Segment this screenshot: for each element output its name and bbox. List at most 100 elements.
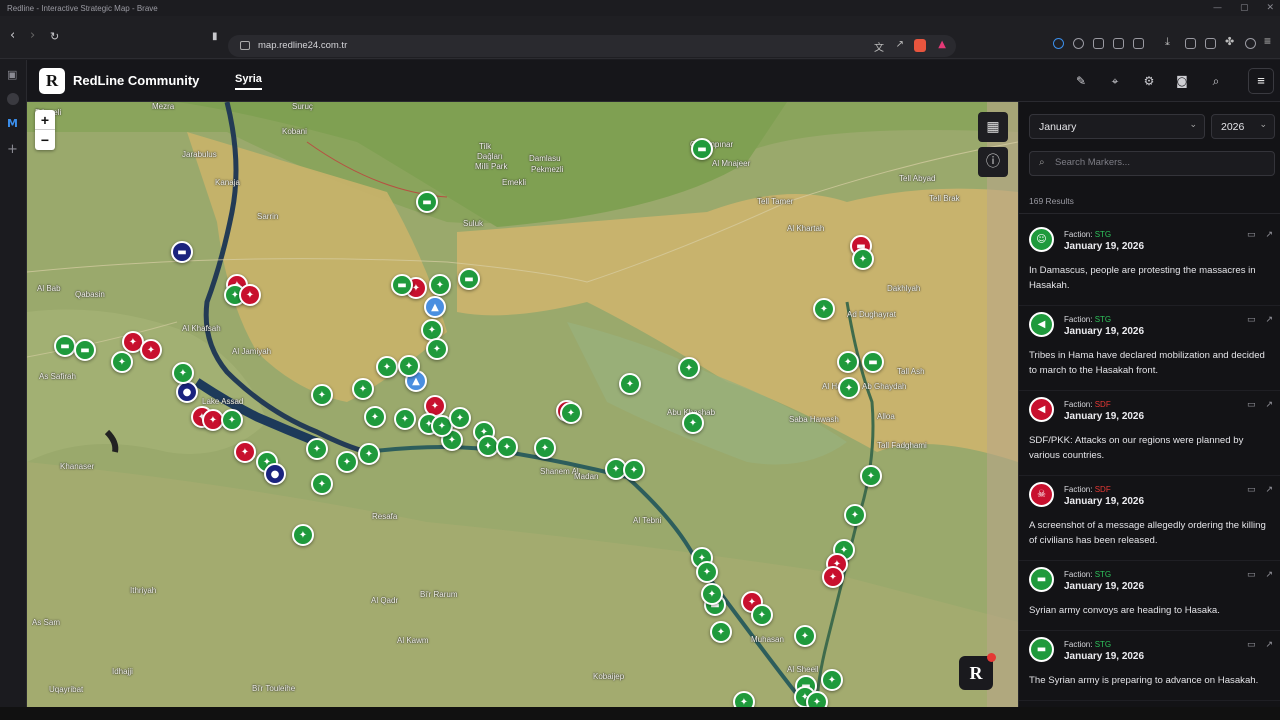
sidebar-panel-icon[interactable]: ▣ bbox=[7, 68, 20, 81]
extension-icon[interactable] bbox=[1133, 38, 1144, 49]
map-marker[interactable]: ✦ bbox=[111, 351, 133, 373]
profile-icon[interactable] bbox=[1245, 38, 1256, 49]
external-link-icon[interactable]: ↗ bbox=[1265, 315, 1273, 325]
marker-list-item[interactable]: ☺ Faction: STG January 19, 2026 ▭ ↗ In Damasc… bbox=[1019, 221, 1280, 306]
map-marker[interactable]: ● bbox=[264, 463, 286, 485]
map-marker[interactable]: ✦ bbox=[560, 402, 582, 424]
video-icon[interactable]: ▭ bbox=[1247, 570, 1256, 580]
extension-icon[interactable] bbox=[1093, 38, 1104, 49]
menu-icon[interactable]: ≡ bbox=[1264, 34, 1275, 48]
map-marker[interactable]: ✦ bbox=[806, 691, 828, 707]
map-marker[interactable]: ✦ bbox=[364, 406, 386, 428]
marker-list-item[interactable]: ◀ Faction: STG January 19, 2026 ▭ ↗ Tribes in… bbox=[1019, 306, 1280, 391]
hamburger-icon[interactable]: ≡ bbox=[1248, 68, 1274, 94]
external-link-icon[interactable]: ↗ bbox=[1265, 400, 1273, 410]
map-marker[interactable]: ✦ bbox=[221, 409, 243, 431]
map-marker[interactable]: ▬ bbox=[391, 274, 413, 296]
vpn-icon[interactable]: ✤ bbox=[1225, 35, 1236, 48]
pin-icon[interactable]: ⌖ bbox=[1106, 72, 1124, 90]
map-marker[interactable]: ✦ bbox=[733, 691, 755, 707]
minimize-icon[interactable]: — bbox=[1213, 3, 1222, 13]
map-marker[interactable]: ✦ bbox=[398, 355, 420, 377]
video-icon[interactable]: ▭ bbox=[1247, 315, 1256, 325]
map-marker[interactable]: ▬ bbox=[171, 241, 193, 263]
map-marker[interactable]: ✦ bbox=[860, 465, 882, 487]
marker-list-item[interactable]: ◀ Faction: SDF January 19, 2026 ▭ ↗ SDF/PKK: … bbox=[1019, 391, 1280, 476]
app-logo[interactable]: R bbox=[39, 68, 65, 94]
map-marker[interactable]: ✦ bbox=[358, 443, 380, 465]
close-icon[interactable]: ✕ bbox=[1266, 3, 1274, 13]
zoom-out-button[interactable]: − bbox=[35, 130, 55, 150]
map-marker[interactable]: ✦ bbox=[534, 437, 556, 459]
map-marker[interactable]: ✦ bbox=[336, 451, 358, 473]
map-marker[interactable]: ▬ bbox=[691, 138, 713, 160]
map-marker[interactable]: ✦ bbox=[794, 625, 816, 647]
wallet-icon[interactable] bbox=[1205, 38, 1216, 49]
search-icon[interactable]: ⌕ bbox=[1207, 72, 1225, 90]
map-marker[interactable]: ✦ bbox=[306, 438, 328, 460]
map-marker[interactable]: ✦ bbox=[623, 459, 645, 481]
video-icon[interactable]: ▭ bbox=[1247, 485, 1256, 495]
strategic-map[interactable]: MezraSuruçDüzceliKobaniTilkDağlarıMilli … bbox=[27, 102, 1018, 707]
external-link-icon[interactable]: ↗ bbox=[1265, 570, 1273, 580]
forward-icon[interactable]: › bbox=[30, 28, 35, 43]
site-info-icon[interactable] bbox=[240, 41, 250, 50]
map-marker[interactable]: ✦ bbox=[838, 377, 860, 399]
map-marker[interactable]: ✦ bbox=[311, 473, 333, 495]
bookmark-icon[interactable]: ▮ bbox=[212, 31, 218, 42]
map-marker[interactable]: ✦ bbox=[619, 373, 641, 395]
search-input[interactable] bbox=[1055, 157, 1265, 168]
map-brand-badge[interactable]: R bbox=[959, 653, 996, 690]
map-marker[interactable]: ✦ bbox=[696, 561, 718, 583]
history-icon[interactable] bbox=[7, 93, 19, 105]
mail-icon[interactable]: M bbox=[7, 117, 20, 130]
map-marker[interactable]: ✦ bbox=[678, 357, 700, 379]
map-marker[interactable]: ✦ bbox=[172, 362, 194, 384]
map-layers-icon[interactable]: ▦ bbox=[978, 112, 1008, 142]
map-marker[interactable]: ✦ bbox=[813, 298, 835, 320]
map-marker[interactable]: ✦ bbox=[682, 412, 704, 434]
map-marker[interactable]: ✦ bbox=[429, 274, 451, 296]
share-icon[interactable]: ↗ bbox=[896, 39, 904, 50]
translate-icon[interactable]: 文 bbox=[874, 39, 884, 54]
map-marker[interactable]: ▬ bbox=[458, 268, 480, 290]
video-icon[interactable]: ▭ bbox=[1247, 640, 1256, 650]
map-marker[interactable]: ✦ bbox=[852, 248, 874, 270]
extension-icon[interactable] bbox=[1073, 38, 1084, 49]
gear-icon[interactable]: ⚙ bbox=[1140, 72, 1158, 90]
download-icon[interactable]: ⤓ bbox=[1165, 35, 1176, 48]
map-marker[interactable]: ✦ bbox=[751, 604, 773, 626]
video-icon[interactable]: ▭ bbox=[1247, 230, 1256, 240]
sidebar-toggle-icon[interactable] bbox=[1185, 38, 1196, 49]
map-marker[interactable]: ▬ bbox=[54, 335, 76, 357]
map-marker[interactable]: ✦ bbox=[352, 378, 374, 400]
map-marker[interactable]: ▲ bbox=[424, 296, 446, 318]
map-marker[interactable]: ✦ bbox=[234, 441, 256, 463]
map-marker[interactable]: ✦ bbox=[239, 284, 261, 306]
map-marker[interactable]: ✦ bbox=[292, 524, 314, 546]
extension-icon[interactable] bbox=[1053, 38, 1064, 49]
marker-list-item[interactable]: ▬ Faction: STG January 19, 2026 ▭ ↗ Syrian ar… bbox=[1019, 561, 1280, 631]
reload-icon[interactable]: ↻ bbox=[50, 30, 59, 43]
info-icon[interactable]: ⓘ bbox=[978, 147, 1008, 177]
map-marker[interactable]: ▬ bbox=[74, 339, 96, 361]
marker-list-item[interactable]: ▬ Faction: STG January 19, 2026 ▭ ↗ The Syria… bbox=[1019, 631, 1280, 701]
zoom-in-button[interactable]: + bbox=[35, 110, 55, 130]
month-select[interactable]: January ⌄ bbox=[1029, 114, 1205, 139]
map-marker[interactable]: ✦ bbox=[701, 583, 723, 605]
map-marker[interactable]: ✦ bbox=[710, 621, 732, 643]
map-marker[interactable]: ▬ bbox=[416, 191, 438, 213]
map-marker[interactable]: ✦ bbox=[311, 384, 333, 406]
brave-shield-icon[interactable] bbox=[914, 39, 926, 52]
map-marker[interactable]: ▬ bbox=[862, 351, 884, 373]
back-icon[interactable]: ‹ bbox=[10, 28, 15, 43]
map-marker[interactable]: ✦ bbox=[449, 407, 471, 429]
map-marker[interactable]: ✦ bbox=[837, 351, 859, 373]
external-link-icon[interactable]: ↗ bbox=[1265, 640, 1273, 650]
pen-icon[interactable]: ✎ bbox=[1072, 72, 1090, 90]
map-marker[interactable]: ✦ bbox=[822, 566, 844, 588]
external-link-icon[interactable]: ↗ bbox=[1265, 485, 1273, 495]
maximize-icon[interactable]: ▢ bbox=[1240, 3, 1249, 13]
add-icon[interactable]: + bbox=[7, 142, 20, 157]
external-link-icon[interactable]: ↗ bbox=[1265, 230, 1273, 240]
